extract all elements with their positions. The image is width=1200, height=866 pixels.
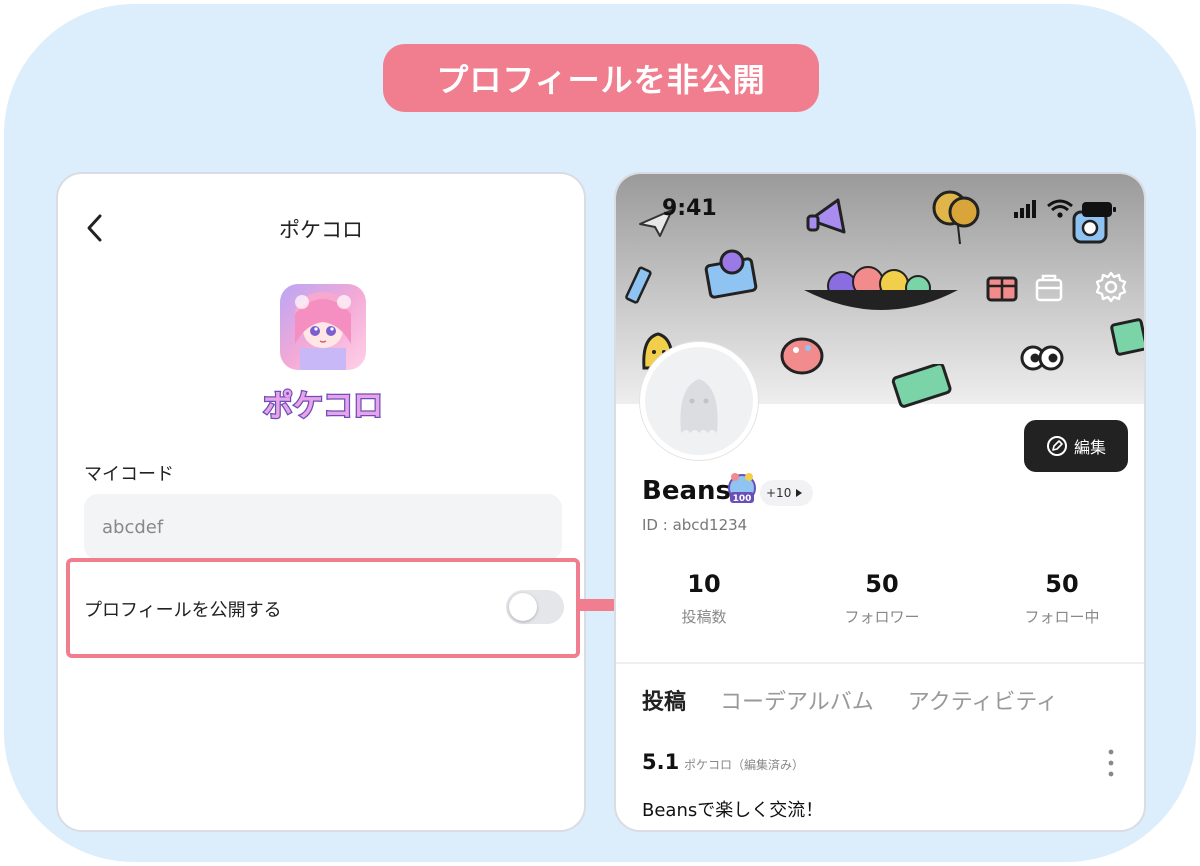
user-name: Beans bbox=[642, 476, 731, 506]
status-time: 9:41 bbox=[662, 196, 717, 221]
battery-icon bbox=[1082, 202, 1116, 217]
stat-following-label: フォロー中 bbox=[1024, 608, 1100, 626]
mycode-field[interactable]: abcdef bbox=[84, 494, 562, 560]
book-icon bbox=[1110, 318, 1144, 356]
avatar[interactable] bbox=[640, 342, 758, 460]
shop-icon[interactable] bbox=[1032, 270, 1066, 304]
profile-tabs: 投稿 コーデアルバム アクティビティ bbox=[642, 684, 1058, 716]
mycode-label: マイコード bbox=[84, 464, 174, 485]
app-logo-text: ポケコロ bbox=[263, 389, 383, 424]
stat-posts-value: 10 bbox=[687, 570, 721, 598]
kebab-menu-icon[interactable] bbox=[1108, 748, 1114, 778]
play-triangle-icon bbox=[796, 489, 803, 497]
balloons-icon bbox=[932, 190, 980, 245]
post-meta: ポケコロ（編集済み） bbox=[684, 758, 805, 772]
signal-icon bbox=[1014, 200, 1036, 218]
envelope-icon bbox=[704, 249, 758, 299]
edit-button-label: 編集 bbox=[1073, 438, 1106, 457]
page-banner-title: プロフィールを非公開 bbox=[383, 44, 819, 112]
badge-icon[interactable]: 100 bbox=[724, 472, 760, 508]
settings-screen: ポケコロ ポケコロ マイコード abcdef プロフィールを公開する bbox=[56, 172, 586, 832]
post-date: 5.1 bbox=[642, 750, 680, 774]
tab-posts[interactable]: 投稿 bbox=[642, 684, 686, 716]
beans-bowl-icon bbox=[804, 266, 958, 310]
more-badges-label: +10 bbox=[766, 486, 792, 500]
status-bar-icons bbox=[1014, 199, 1116, 218]
app-icon bbox=[280, 284, 366, 370]
divider bbox=[616, 662, 1144, 664]
profile-screen: 9:41 編集 Beans 100 +10 ID: abcd1234 10 投… bbox=[614, 172, 1146, 832]
tab-activity[interactable]: アクティビティ bbox=[908, 684, 1058, 716]
default-avatar-icon bbox=[680, 379, 718, 433]
badge-count: 100 bbox=[733, 494, 752, 504]
wifi-icon bbox=[1047, 199, 1073, 218]
user-id: ID : abcd1234 bbox=[642, 516, 748, 534]
stat-followers-label: フォロワー bbox=[844, 608, 920, 626]
stat-followers[interactable]: 50 フォロワー bbox=[802, 570, 962, 627]
pencil-icon bbox=[1046, 436, 1067, 456]
megaphone-icon bbox=[806, 198, 846, 234]
screen-title: ポケコロ bbox=[279, 218, 363, 242]
stat-following-value: 50 bbox=[1045, 570, 1079, 598]
gift-icon bbox=[986, 276, 1018, 302]
eyes-icon bbox=[1020, 345, 1064, 371]
tab-coordinate-album[interactable]: コーデアルバム bbox=[720, 684, 874, 716]
stat-following[interactable]: 50 フォロー中 bbox=[982, 570, 1142, 627]
edit-profile-button[interactable]: 編集 bbox=[1024, 420, 1128, 472]
stat-followers-value: 50 bbox=[865, 570, 899, 598]
stat-posts-label: 投稿数 bbox=[681, 608, 727, 626]
highlight-frame bbox=[66, 558, 580, 658]
mycode-value: abcdef bbox=[102, 516, 164, 538]
post-text: Beansで楽しく交流！ bbox=[642, 800, 824, 821]
settings-gear-icon[interactable] bbox=[1094, 270, 1128, 304]
palette-icon bbox=[780, 337, 824, 375]
more-badges-button[interactable]: +10 bbox=[760, 480, 814, 506]
app-logo: ポケコロ bbox=[262, 388, 385, 426]
stat-posts[interactable]: 10 投稿数 bbox=[624, 570, 784, 627]
pencil-deco-icon bbox=[625, 266, 652, 304]
ticket-icon bbox=[891, 364, 952, 408]
